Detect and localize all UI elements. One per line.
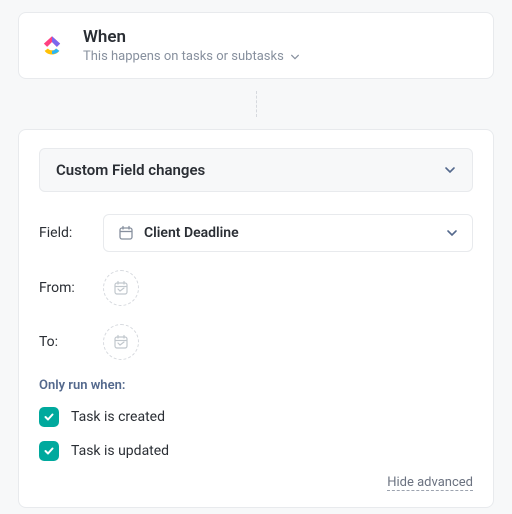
trigger-type-select[interactable]: Custom Field changes [39, 148, 473, 192]
chevron-down-icon [446, 227, 458, 239]
trigger-header-card: When This happens on tasks or subtasks [18, 12, 494, 79]
header-text: When This happens on tasks or subtasks [83, 27, 300, 64]
check-label: Task is updated [71, 443, 169, 459]
field-value: Client Deadline [144, 225, 239, 241]
header-title: When [83, 27, 300, 47]
chevron-down-icon [444, 164, 456, 176]
field-label: Field: [39, 225, 95, 241]
calendar-icon [118, 225, 134, 241]
header-subtitle: This happens on tasks or subtasks [83, 49, 284, 64]
to-date-picker[interactable] [103, 324, 139, 360]
field-row: Field: Client Deadline [39, 214, 473, 252]
field-select[interactable]: Client Deadline [103, 214, 473, 252]
header-subtitle-row[interactable]: This happens on tasks or subtasks [83, 49, 300, 64]
checkbox-checked-icon [39, 407, 59, 427]
check-task-created[interactable]: Task is created [39, 407, 473, 427]
to-label: To: [39, 334, 95, 350]
check-task-updated[interactable]: Task is updated [39, 441, 473, 461]
chevron-down-icon [290, 52, 300, 62]
only-run-label: Only run when: [39, 378, 473, 393]
check-label: Task is created [71, 409, 165, 425]
clickup-logo [35, 29, 69, 63]
from-label: From: [39, 280, 95, 296]
trigger-config-card: Custom Field changes Field: Client Deadl… [18, 129, 494, 508]
from-date-picker[interactable] [103, 270, 139, 306]
to-row: To: [39, 324, 473, 360]
connector-line [256, 91, 512, 117]
checkbox-checked-icon [39, 441, 59, 461]
hide-advanced-link[interactable]: Hide advanced [387, 475, 473, 491]
trigger-type-label: Custom Field changes [56, 161, 205, 179]
from-row: From: [39, 270, 473, 306]
